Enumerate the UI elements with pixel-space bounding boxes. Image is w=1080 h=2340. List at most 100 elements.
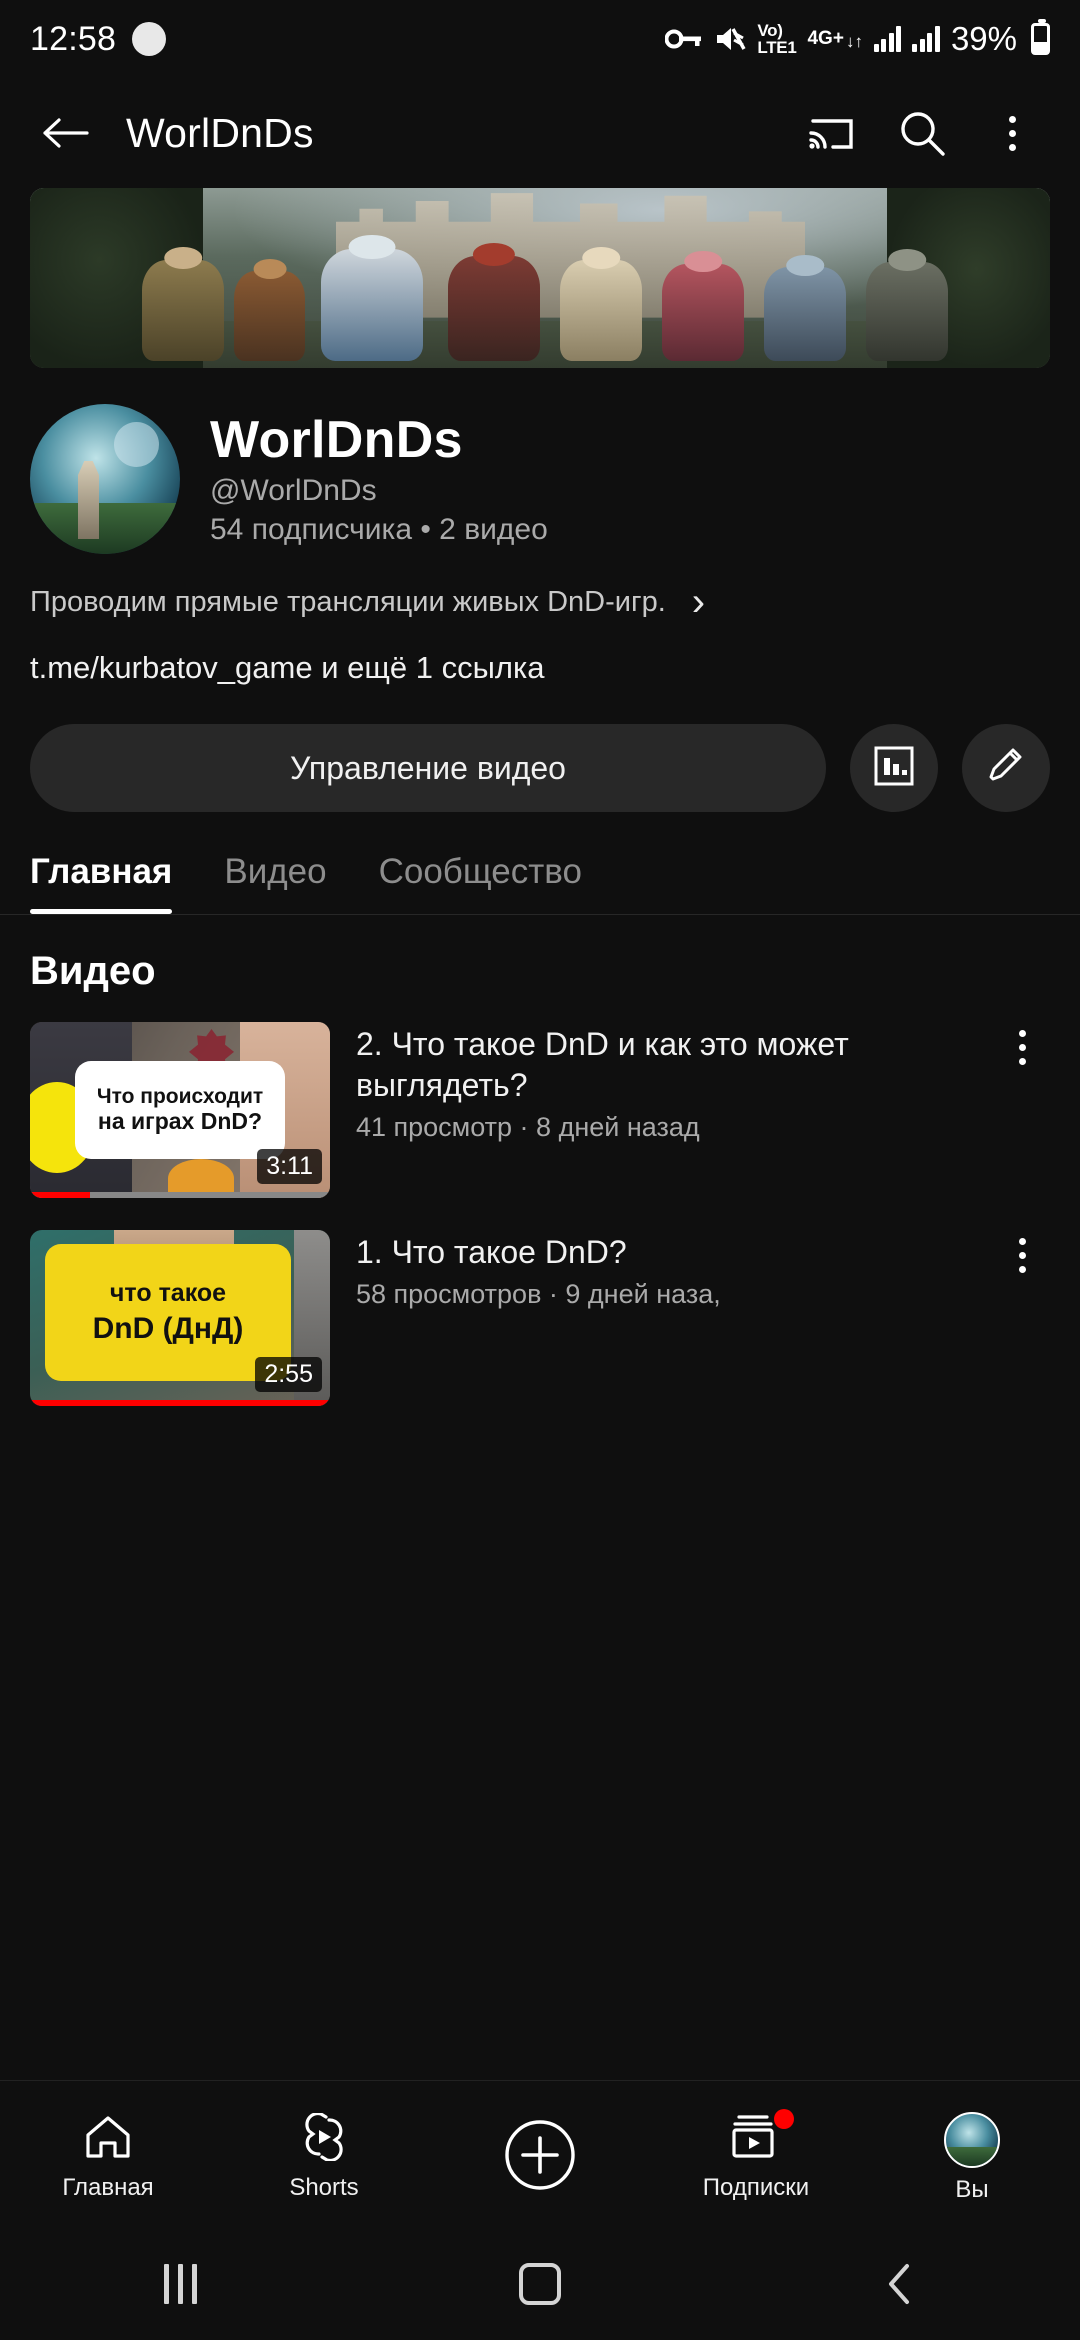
- status-bar-icons: Vo) LTE1 4G+ ↓↑ 39%: [665, 19, 1050, 58]
- volte-line2: LTE1: [757, 38, 797, 57]
- video-title: 2. Что такое DnD и как это может выгляде…: [356, 1026, 849, 1103]
- more-vertical-icon: [1018, 1238, 1026, 1273]
- home-icon: [82, 2113, 134, 2166]
- tab-community[interactable]: Сообщество: [379, 852, 582, 914]
- banner-character: [142, 246, 224, 361]
- pencil-edit-icon: [984, 744, 1028, 793]
- nav-item-you[interactable]: Вы: [892, 2111, 1052, 2204]
- tab-videos[interactable]: Видео: [224, 852, 326, 914]
- nav-label-home: Главная: [62, 2174, 154, 2201]
- banner-character: [662, 251, 744, 361]
- video-thumbnail[interactable]: Что происходит на играх DnD? 3:11: [30, 1022, 330, 1198]
- video-duration-badge: 2:55: [255, 1357, 322, 1392]
- thumbnail-text-bubble: Что происходит на играх DnD?: [75, 1060, 285, 1160]
- channel-stats: 54 подписчика • 2 видео: [210, 513, 548, 547]
- app-bar-actions: [794, 95, 1050, 171]
- nav-item-home[interactable]: Главная: [28, 2113, 188, 2202]
- video-menu-button[interactable]: [994, 1022, 1050, 1065]
- channel-avatar[interactable]: [30, 404, 180, 554]
- camera-punch-hole: [132, 22, 167, 56]
- tab-home[interactable]: Главная: [30, 852, 173, 914]
- channel-description: Проводим прямые трансляции живых DnD-игр…: [30, 585, 666, 618]
- create-plus-icon: [501, 2116, 579, 2199]
- banner-character: [320, 234, 423, 361]
- nav-item-subscriptions[interactable]: Подписки: [676, 2109, 836, 2202]
- chevron-right-icon[interactable]: ›: [692, 582, 705, 622]
- back-chevron-icon[interactable]: [840, 2228, 960, 2340]
- nav-item-create[interactable]: [460, 2116, 620, 2199]
- more-vertical-icon: [1018, 1030, 1026, 1065]
- status-bar: 12:58 Vo) LTE1 4G+ ↓↑ 39%: [0, 0, 1080, 78]
- watch-progress-bar: [30, 1400, 330, 1406]
- channel-links[interactable]: t.me/kurbatov_game и ещё 1 ссылка: [0, 622, 1080, 686]
- video-thumbnail[interactable]: что такое DnD (ДнД) 2:55: [30, 1230, 330, 1406]
- nav-label-shorts: Shorts: [289, 2174, 359, 2201]
- data-arrows: ↓↑: [845, 32, 863, 51]
- channel-tabs: Главная Видео Сообщество: [0, 812, 1080, 914]
- thumbnail-text-line1: Что происходит: [96, 1085, 264, 1109]
- android-system-nav: [0, 2228, 1080, 2340]
- status-bar-clock: 12:58: [30, 19, 117, 58]
- search-icon[interactable]: [884, 95, 960, 171]
- more-vertical-icon[interactable]: [974, 95, 1050, 171]
- page-title: WorlDnDs: [126, 109, 314, 156]
- channel-meta: WorlDnDs @WorlDnDs 54 подписчика • 2 вид…: [210, 411, 548, 547]
- edit-channel-button[interactable]: [962, 724, 1050, 812]
- app-bar: WorlDnDs: [0, 78, 1080, 188]
- video-list-item[interactable]: что такое DnD (ДнД) 2:55 1. Что такое Dn…: [30, 1230, 1050, 1406]
- video-title: 1. Что такое DnD?: [356, 1234, 627, 1270]
- nav-label-subscriptions: Подписки: [702, 2174, 810, 2201]
- video-meta: 1. Что такое DnD? 58 просмотров · 9 дней…: [356, 1230, 968, 1310]
- signal-bars-sim2: [912, 26, 940, 52]
- video-subtitle: 58 просмотров · 9 дней наза,: [356, 1278, 721, 1309]
- channel-header: WorlDnDs @WorlDnDs 54 подписчика • 2 вид…: [0, 368, 1080, 554]
- video-menu-button[interactable]: [994, 1230, 1050, 1273]
- thumbnail-text-line1: что такое: [109, 1279, 227, 1308]
- avatar-landscape: [30, 503, 180, 554]
- channel-handle: @WorlDnDs: [210, 474, 377, 508]
- banner-character: [560, 246, 642, 361]
- youtube-channel-screen: 12:58 Vo) LTE1 4G+ ↓↑ 39% WorlDnDs WorlD…: [0, 0, 1080, 2340]
- analytics-bar-chart-icon: [872, 744, 916, 793]
- banner-character: [866, 248, 948, 361]
- channel-description-row[interactable]: Проводим прямые трансляции живых DnD-игр…: [0, 554, 1080, 622]
- home-square-icon[interactable]: [480, 2228, 600, 2340]
- nav-label-you: Вы: [955, 2175, 989, 2203]
- avatar-moon: [114, 422, 159, 467]
- video-meta: 2. Что такое DnD и как это может выгляде…: [356, 1022, 968, 1143]
- network-label: 4G+: [807, 28, 844, 49]
- bottom-navigation-bar: Главная Shorts Подписки Вы: [0, 2080, 1080, 2228]
- analytics-button[interactable]: [850, 724, 938, 812]
- key-icon: [665, 26, 703, 52]
- banner-character: [764, 255, 846, 361]
- account-avatar-icon: [944, 2111, 1000, 2168]
- nav-item-shorts[interactable]: Shorts: [244, 2111, 404, 2202]
- channel-banner-container: [0, 188, 1080, 368]
- video-subtitle: 41 просмотр · 8 дней назад: [356, 1111, 700, 1142]
- banner-character: [234, 259, 306, 361]
- speaker-mute-icon: [714, 24, 746, 54]
- back-arrow-icon[interactable]: [30, 98, 100, 168]
- channel-banner-image[interactable]: [30, 188, 1050, 368]
- recents-icon[interactable]: [120, 2228, 240, 2340]
- banner-character: [448, 242, 540, 361]
- channel-action-buttons: Управление видео: [0, 686, 1080, 812]
- network-type-indicator: 4G+ ↓↑: [807, 28, 862, 50]
- videos-section-heading: Видео: [30, 949, 156, 993]
- subscriptions-badge: [774, 2109, 794, 2129]
- thumbnail-text-card: что такое DnD (ДнД): [45, 1244, 291, 1382]
- thumbnail-text-line2: на играх DnD?: [97, 1107, 263, 1134]
- watch-progress-bar: [30, 1192, 330, 1198]
- manage-videos-button[interactable]: Управление видео: [30, 724, 826, 812]
- avatar-tower: [78, 461, 99, 539]
- video-list: Что происходит на играх DnD? 3:11 2. Что…: [0, 994, 1080, 1406]
- cast-icon[interactable]: [794, 95, 870, 171]
- signal-bars-sim1: [873, 26, 902, 52]
- volte-indicator: Vo) LTE1: [757, 22, 796, 56]
- video-list-item[interactable]: Что происходит на играх DnD? 3:11 2. Что…: [30, 1022, 1050, 1198]
- battery-icon: [1031, 19, 1050, 55]
- shorts-icon: [298, 2111, 350, 2166]
- thumbnail-text-line2: DnD (ДнД): [92, 1311, 244, 1345]
- volte-line1: Vo): [757, 21, 783, 40]
- video-duration-badge: 3:11: [257, 1149, 322, 1184]
